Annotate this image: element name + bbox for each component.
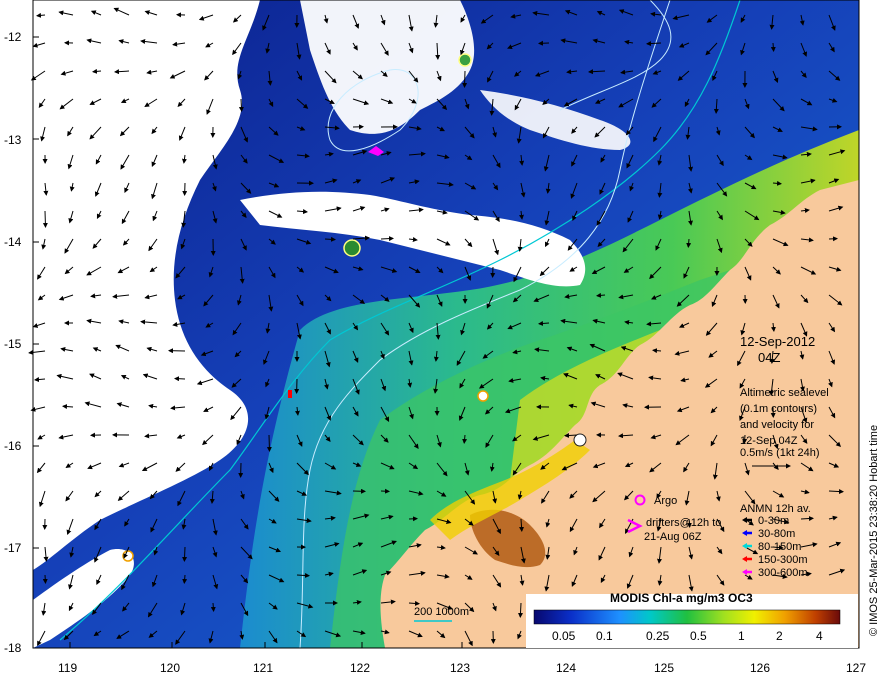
velocity-arrow: [238, 98, 244, 112]
anmn-title: ANMN 12h av.: [740, 503, 811, 515]
colorbar-tick: 4: [816, 629, 823, 643]
x-tick: 127: [846, 661, 866, 675]
colorbar: MODIS Chl-a mg/m3 OC3 0.05 0.1 0.25 0.5 …: [526, 591, 858, 648]
colorbar-tick: 0.25: [646, 629, 670, 643]
y-tick: -14: [4, 235, 22, 249]
map-date: 12-Sep-2012: [740, 334, 815, 349]
y-tick: -18: [4, 641, 22, 655]
velocity-arrow: [266, 434, 272, 452]
x-tick: 122: [350, 661, 370, 675]
colorbar-tick: 1: [738, 629, 745, 643]
info-line: 12-Sep 04Z: [740, 435, 798, 447]
velocity-arrow: [686, 238, 692, 248]
x-tick: 124: [556, 661, 576, 675]
colorbar-title: MODIS Chl-a mg/m3 OC3: [610, 591, 753, 605]
velocity-arrow: [408, 600, 420, 606]
velocity-arrow: [296, 572, 310, 578]
reef-island: [343, 239, 361, 257]
anmn-item-label: 80-150m: [758, 541, 801, 553]
velocity-arrow: [42, 210, 48, 228]
colorbar-gradient: [533, 609, 841, 625]
colorbar-tick: 2: [776, 629, 783, 643]
y-tick: -13: [4, 133, 22, 147]
velocity-arrow: [828, 489, 844, 494]
velocity-arrow: [182, 546, 188, 562]
map-time: 04Z: [758, 350, 780, 365]
chlorophyll-map: -12 -13 -14 -15 -16 -17 -18 119 120 121 …: [0, 0, 880, 680]
map-area: [28, 0, 859, 649]
x-tick: 125: [654, 661, 674, 675]
y-tick: -17: [4, 541, 22, 555]
info-line: 0.5m/s (1kt 24h): [740, 447, 819, 459]
velocity-arrow: [210, 602, 216, 612]
velocity-arrow: [42, 574, 48, 584]
drifters-label: 21-Aug 06Z: [644, 531, 702, 543]
reef-island: [573, 433, 587, 447]
anmn-item-label: 30-80m: [758, 528, 795, 540]
velocity-arrow: [770, 42, 776, 52]
isobath-scale-label: 200 1000m: [414, 606, 469, 618]
x-tick: 120: [160, 661, 180, 675]
info-line: (0.1m contours): [740, 403, 817, 415]
credit-text: © IMOS 25-Mar-2015 23:38:20 Hobart time: [868, 425, 880, 636]
y-tick: -12: [4, 30, 22, 44]
y-tick: -16: [4, 439, 22, 453]
velocity-arrow: [182, 574, 188, 584]
anmn-item-label: 300-600m: [758, 567, 808, 579]
velocity-arrow: [564, 432, 578, 438]
colorbar-tick: 0.5: [690, 629, 707, 643]
velocity-arrow: [462, 70, 468, 88]
y-tick: -15: [4, 337, 22, 351]
reef-island: [477, 390, 489, 402]
mooring-marker: [288, 390, 292, 398]
velocity-arrow: [380, 236, 394, 242]
drifters-label: drifters@12h to: [646, 517, 721, 529]
colorbar-tick: 0.05: [552, 629, 576, 643]
info-line: and velocity for: [740, 419, 814, 431]
anmn-item-label: 150-300m: [758, 554, 808, 566]
velocity-arrow: [800, 516, 814, 522]
velocity-arrow: [174, 376, 186, 382]
x-tick: 121: [253, 661, 273, 675]
argo-label: Argo: [654, 495, 677, 507]
x-tick: 119: [58, 661, 77, 675]
colorbar-tick: 0.1: [596, 629, 613, 643]
reef-island: [458, 53, 472, 67]
x-tick: 123: [450, 661, 470, 675]
x-tick: 126: [750, 661, 770, 675]
velocity-arrow: [518, 602, 523, 618]
info-line: Altimetric sealevel: [740, 387, 829, 399]
anmn-item-label: 0-30m: [758, 515, 789, 527]
velocity-arrow: [324, 236, 336, 242]
